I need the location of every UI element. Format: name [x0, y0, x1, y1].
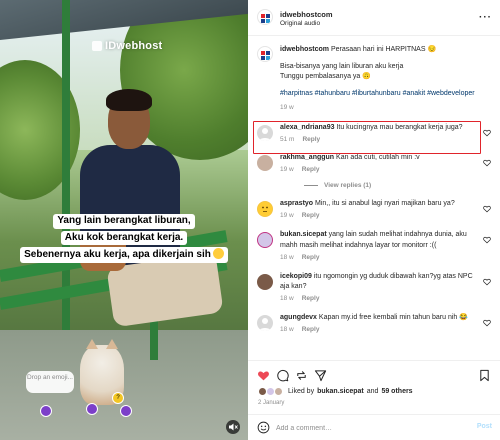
reaction-sticker-icon[interactable]	[40, 405, 52, 417]
comment-text: Min,, itu si anabul lagi nyari majikan b…	[315, 200, 455, 208]
comment-item: rakhma_anggun Kan ada cuti, cutilah min …	[248, 153, 500, 173]
post-timestamp: 19 w	[280, 103, 294, 111]
liker-username[interactable]: bukan.sicepat	[317, 388, 364, 395]
idwebhost-logo-icon	[261, 14, 270, 23]
speaker-muted-icon	[229, 423, 238, 431]
reaction-sticker-icon[interactable]	[120, 405, 132, 417]
caption-text-2: Bisa-bisanya yang lain liburan aku kerja	[280, 63, 404, 71]
view-replies-button[interactable]: View replies (1)	[248, 182, 500, 189]
original-audio-link[interactable]: Original audio	[280, 20, 320, 27]
idwebhost-logo-icon	[261, 51, 270, 60]
reply-button[interactable]: Reply	[302, 166, 320, 173]
watermark-logo: IDwebhost	[92, 40, 162, 52]
divider	[304, 185, 318, 187]
mute-button[interactable]	[226, 420, 240, 434]
comment-username[interactable]: rakhma_anggun	[280, 154, 334, 161]
smile-emoji-icon	[212, 248, 224, 259]
like-heart-icon[interactable]	[483, 129, 491, 137]
like-heart-icon[interactable]	[483, 278, 491, 286]
comment-item: icekopi09 itu ngomongin yg duduk dibawah…	[248, 272, 500, 302]
likes-count-link[interactable]: 59 others	[381, 388, 412, 395]
bus-stop-pole	[62, 0, 70, 330]
emoji-picker-icon[interactable]	[257, 421, 270, 434]
comments-scroll[interactable]: idwebhostcom Perasaan hari ini HARPITNAS…	[248, 37, 500, 359]
comment-icon[interactable]	[276, 369, 289, 382]
thinking-emoji-avatar-icon	[258, 202, 272, 217]
add-comment-bar: Post	[248, 414, 500, 440]
emoji-reaction-input[interactable]: Drop an emoji...	[26, 371, 74, 393]
like-heart-icon[interactable]	[483, 319, 491, 327]
hashtags-link[interactable]: #harpitnas #tahunbaru #liburtahunbaru #a…	[280, 89, 490, 99]
comment-username[interactable]: agungdevx	[280, 314, 317, 321]
reply-button[interactable]: Reply	[302, 326, 320, 333]
remix-icon[interactable]	[295, 369, 308, 382]
likes-summary: Liked by bukan.sicepat and 59 others	[258, 387, 413, 396]
like-heart-filled-icon[interactable]	[257, 369, 270, 382]
comment-time: 18 w	[280, 294, 294, 302]
share-icon[interactable]	[314, 369, 327, 382]
comment-username[interactable]: asprastyo	[280, 200, 313, 207]
post-panel: idwebhostcom Original audio ··· idwebhos…	[248, 0, 500, 440]
default-avatar-icon	[259, 317, 271, 331]
comment-item: agungdevx Kapan my.id free kembali min t…	[248, 313, 500, 333]
reply-button[interactable]: Reply	[302, 212, 320, 219]
reel-media[interactable]: IDwebhost Yang lain berangkat liburan, A…	[0, 0, 248, 440]
video-caption: Yang lain berangkat liburan, Aku kok ber…	[0, 213, 248, 264]
caption-line-3: Sebenernya aku kerja, apa dikerjain sih	[20, 247, 228, 263]
post-date: 2 January	[258, 400, 285, 406]
post-comment-button[interactable]: Post	[477, 423, 492, 430]
avatar[interactable]	[257, 155, 273, 172]
comment-time: 18 w	[280, 326, 294, 334]
avatar[interactable]	[257, 201, 273, 218]
avatar[interactable]	[257, 314, 273, 331]
header-username[interactable]: idwebhostcom	[280, 10, 333, 19]
comment-input[interactable]	[276, 422, 466, 434]
avatar[interactable]	[257, 232, 273, 249]
caption-line-2: Aku kok berangkat kerja.	[60, 230, 188, 245]
comment-time: 19 w	[280, 166, 294, 174]
comment-item: asprastyo Min,, itu si anabul lagi nyari…	[248, 199, 500, 219]
comment-time: 19 w	[280, 212, 294, 220]
caption-text-1: Perasaan hari ini HARPITNAS 😔	[330, 46, 437, 53]
question-sticker-icon[interactable]: ?	[112, 392, 124, 404]
bookmark-icon[interactable]	[478, 369, 491, 382]
comment-username[interactable]: bukan.sicepat	[280, 231, 327, 238]
like-heart-icon[interactable]	[483, 205, 491, 213]
comment-item: bukan.sicepat yang lain sudah melihat in…	[248, 230, 500, 261]
like-heart-icon[interactable]	[483, 236, 491, 244]
person-sitting	[80, 85, 224, 335]
caption-text-3: Tunggu pembalasanya ya 🙃	[280, 73, 371, 81]
avatar[interactable]	[257, 46, 273, 62]
avatar[interactable]	[257, 273, 273, 290]
like-heart-icon[interactable]	[483, 159, 491, 167]
post-caption: idwebhostcom Perasaan hari ini HARPITNAS…	[248, 37, 500, 115]
caption-line-1: Yang lain berangkat liburan,	[53, 214, 195, 229]
comment-text: Kapan my.id free kembali min tahun baru …	[318, 313, 468, 321]
liker-avatar	[274, 387, 283, 396]
more-options-icon[interactable]: ···	[479, 12, 492, 23]
post-header: idwebhostcom Original audio ···	[248, 0, 500, 36]
reaction-sticker-icon[interactable]	[86, 403, 98, 415]
comment-time: 18 w	[280, 253, 294, 261]
reply-button[interactable]: Reply	[302, 295, 320, 302]
comment-username[interactable]: icekopi09	[280, 273, 312, 280]
avatar[interactable]	[257, 9, 273, 25]
comment-text: Kan ada cuti, cutilah min :v	[336, 154, 420, 162]
action-bar	[248, 360, 500, 406]
idwebhost-logo-icon	[92, 41, 102, 51]
reply-button[interactable]: Reply	[302, 254, 320, 261]
comment-highlight-box	[253, 121, 481, 154]
caption-username[interactable]: idwebhostcom	[280, 46, 329, 53]
